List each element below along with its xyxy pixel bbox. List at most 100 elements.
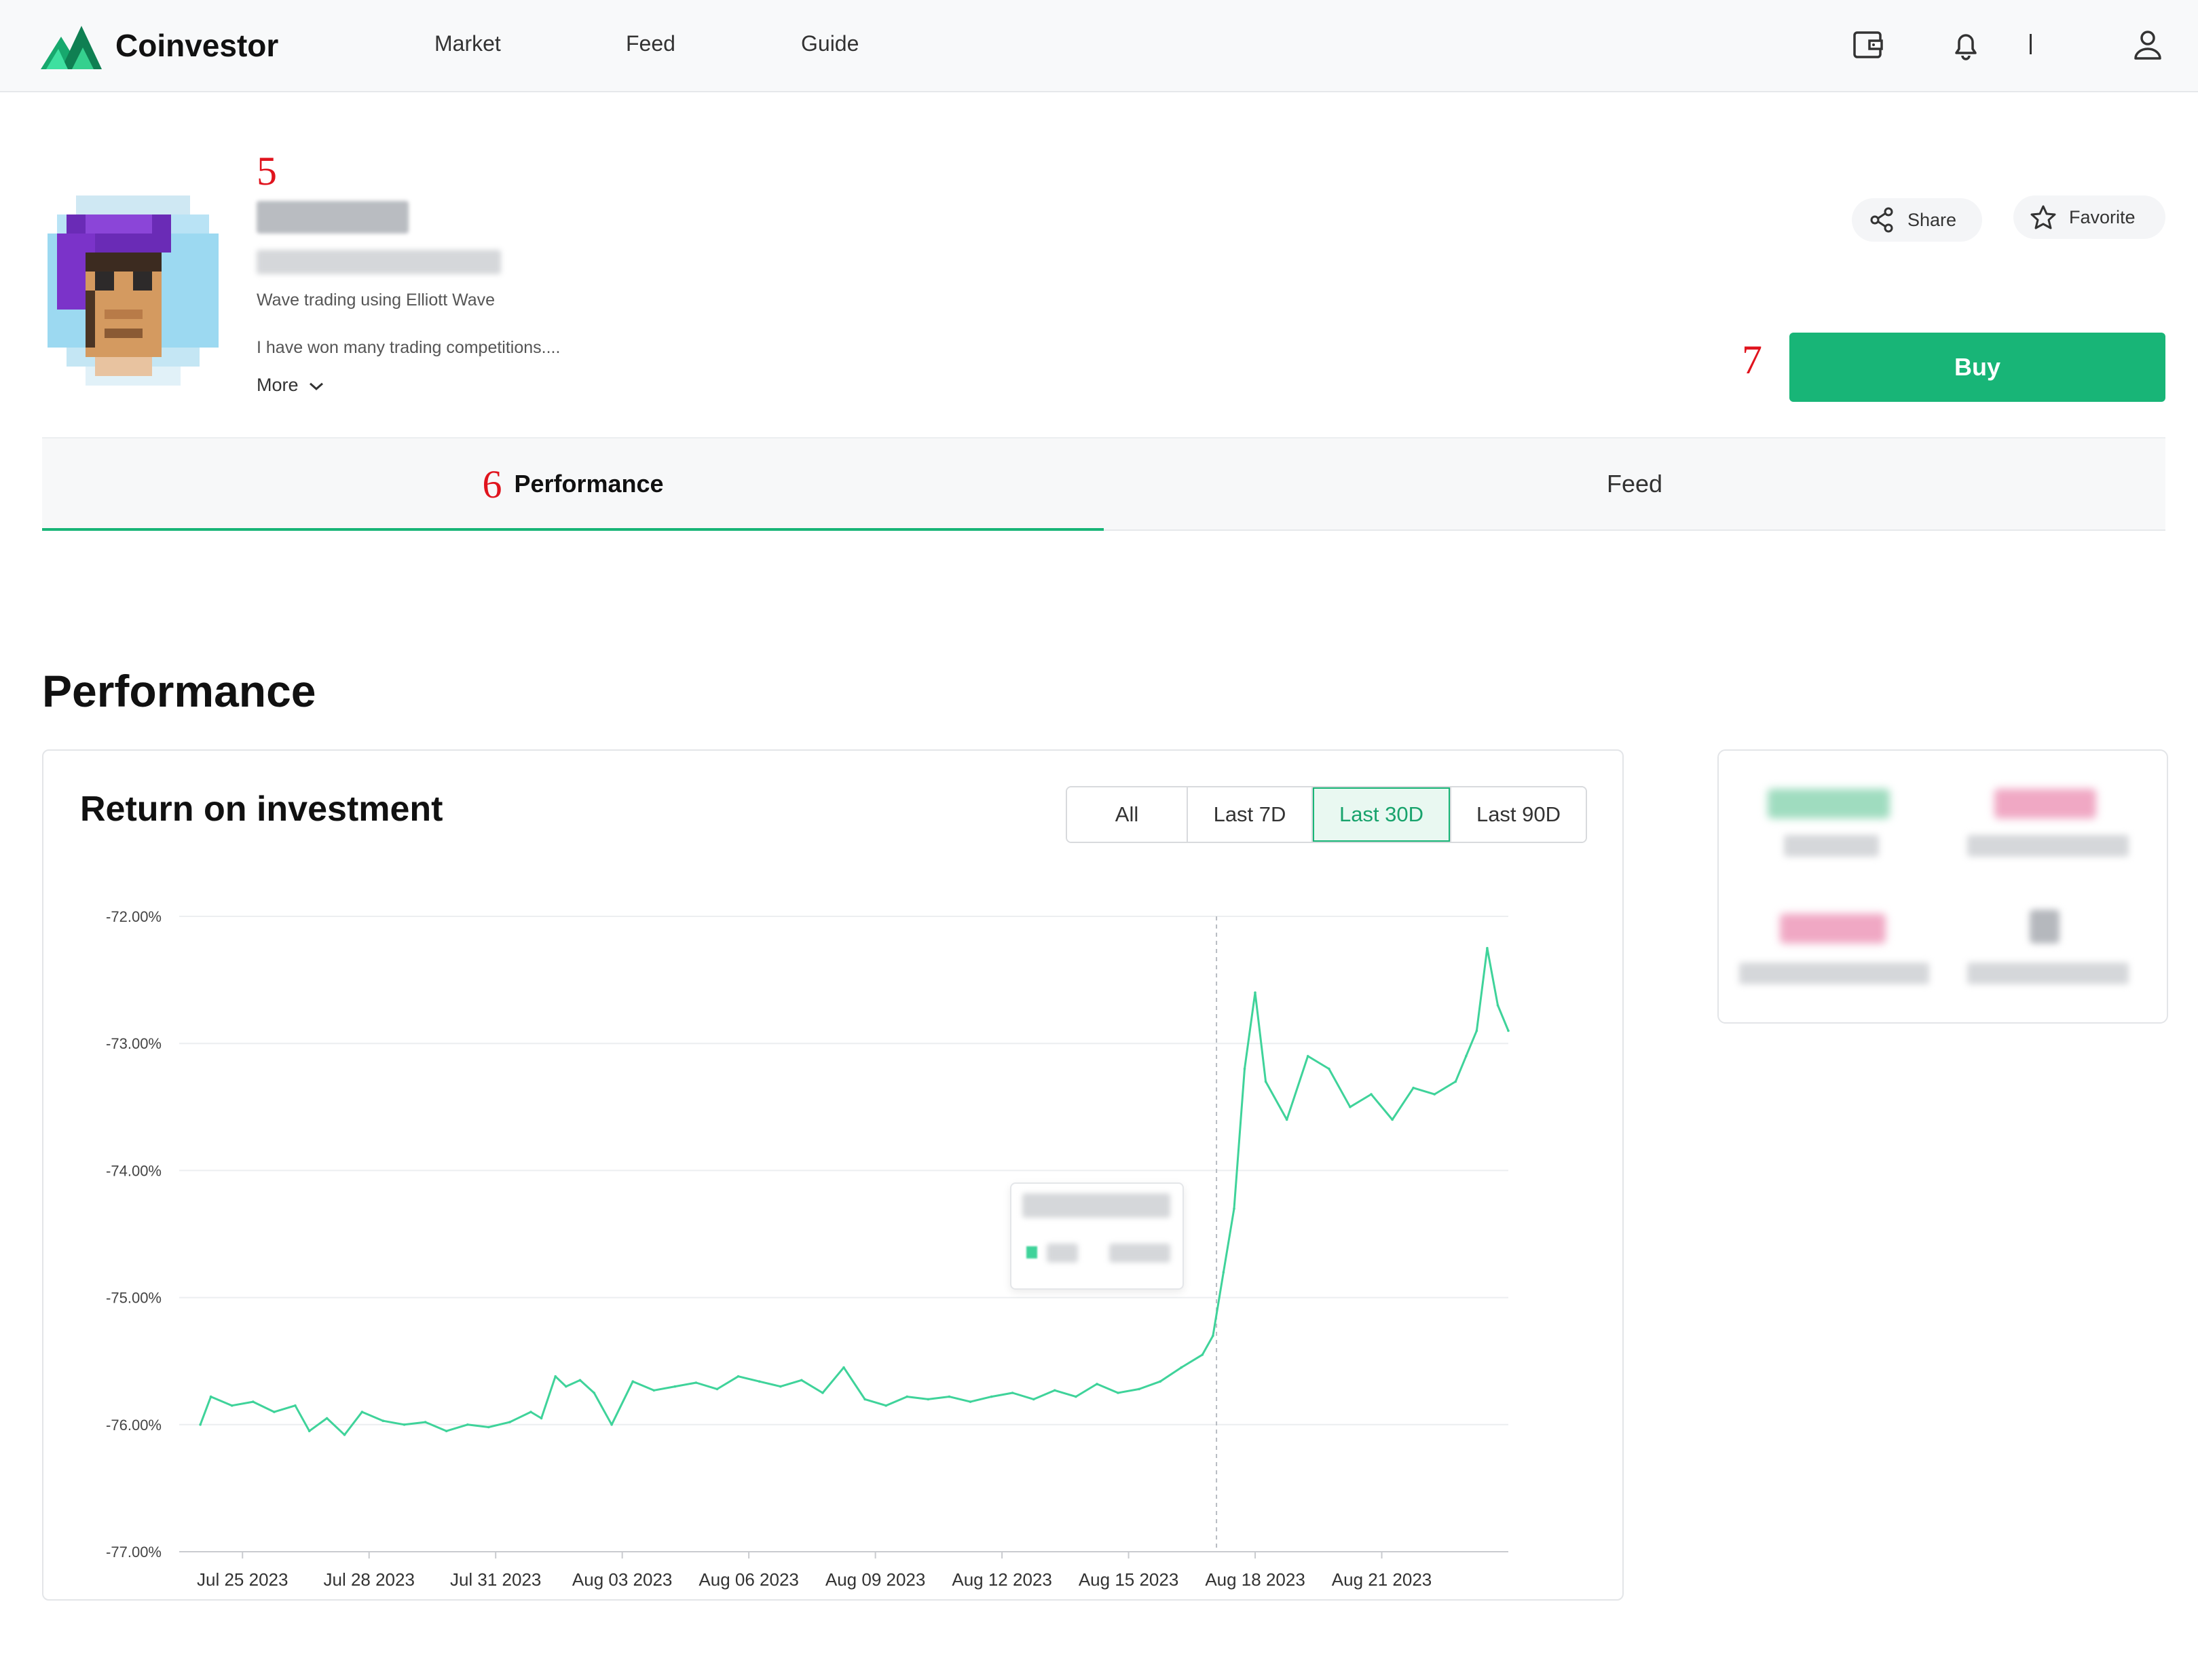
- chart-tooltip: [1010, 1182, 1184, 1290]
- stat-3-value-redacted: [1780, 914, 1886, 944]
- roi-data-point: [1096, 1383, 1098, 1385]
- stat-1-label-redacted: [1784, 835, 1879, 857]
- roi-data-point: [1243, 1067, 1246, 1070]
- roi-data-point: [1370, 1093, 1373, 1096]
- roi-data-point: [758, 1380, 761, 1383]
- y-tick-label: -74.00%: [106, 1162, 162, 1179]
- stats-summary-card: [1717, 749, 2168, 1024]
- tooltip-date-redacted: [1022, 1193, 1170, 1218]
- x-tick-label: Jul 28 2023: [323, 1569, 414, 1590]
- x-tick-label: Aug 21 2023: [1332, 1569, 1432, 1590]
- roi-data-point: [1254, 991, 1256, 994]
- roi-data-point: [990, 1395, 993, 1398]
- roi-data-point: [1180, 1366, 1183, 1369]
- y-tick-label: -77.00%: [106, 1544, 162, 1561]
- stat-2-label-redacted: [1967, 835, 2129, 857]
- stat-4-value-redacted: [2030, 910, 2060, 944]
- roi-data-point: [1391, 1118, 1394, 1121]
- roi-data-point: [294, 1404, 297, 1407]
- roi-data-point: [466, 1423, 469, 1426]
- roi-data-point: [540, 1417, 543, 1420]
- roi-data-point: [927, 1398, 930, 1401]
- stat-4-label-redacted: [1967, 963, 2129, 984]
- tooltip-value-redacted: [1109, 1244, 1170, 1263]
- roi-data-point: [1507, 1029, 1510, 1032]
- roi-data-point: [1117, 1392, 1119, 1394]
- x-tick-label: Aug 03 2023: [572, 1569, 672, 1590]
- roi-data-point: [554, 1375, 557, 1378]
- roi-data-point: [694, 1381, 698, 1384]
- stat-1-value-redacted: [1768, 789, 1890, 819]
- roi-data-point: [737, 1375, 740, 1378]
- stat-3-label-redacted: [1739, 963, 1929, 984]
- roi-data-point: [673, 1385, 677, 1388]
- roi-data-point: [884, 1404, 887, 1407]
- roi-data-point: [593, 1392, 595, 1394]
- roi-data-point: [842, 1366, 845, 1369]
- roi-series-line: [199, 947, 1510, 1436]
- roi-data-point: [325, 1417, 329, 1420]
- roi-data-point: [969, 1400, 972, 1403]
- x-tick-label: Aug 18 2023: [1205, 1569, 1305, 1590]
- roi-data-point: [445, 1430, 448, 1432]
- roi-data-point: [1486, 947, 1489, 950]
- roi-data-point: [800, 1379, 803, 1382]
- roi-data-point: [1011, 1392, 1014, 1394]
- x-tick-label: Jul 25 2023: [197, 1569, 288, 1590]
- y-tick-label: -75.00%: [106, 1290, 162, 1307]
- roi-data-point: [1054, 1389, 1056, 1392]
- roi-data-point: [863, 1398, 866, 1401]
- tooltip-label-redacted: [1047, 1244, 1078, 1263]
- roi-data-point: [578, 1379, 582, 1382]
- roi-data-point: [1233, 1207, 1235, 1210]
- roi-data-point: [1212, 1334, 1214, 1337]
- roi-data-point: [1349, 1106, 1352, 1108]
- roi-data-point: [360, 1411, 364, 1413]
- y-tick-label: -72.00%: [106, 908, 162, 925]
- x-tick-label: Aug 12 2023: [952, 1569, 1051, 1590]
- roi-data-point: [529, 1411, 532, 1413]
- x-tick-label: Jul 31 2023: [450, 1569, 541, 1590]
- roi-data-point: [1032, 1398, 1035, 1401]
- roi-data-point: [230, 1404, 234, 1407]
- roi-data-point: [1328, 1067, 1330, 1070]
- roi-data-point: [209, 1395, 212, 1398]
- roi-data-point: [487, 1425, 490, 1429]
- roi-data-point: [1433, 1093, 1436, 1096]
- roi-data-point: [1264, 1080, 1267, 1083]
- x-tick-label: Aug 06 2023: [698, 1569, 798, 1590]
- y-tick-label: -76.00%: [106, 1417, 162, 1434]
- roi-data-point: [565, 1385, 567, 1388]
- roi-data-point: [1138, 1387, 1140, 1391]
- roi-data-point: [1075, 1395, 1077, 1398]
- roi-data-point: [252, 1400, 255, 1403]
- stat-2-value-redacted: [1994, 789, 2096, 819]
- roi-data-point: [381, 1419, 385, 1422]
- tooltip-series-marker: [1026, 1246, 1037, 1258]
- roi-data-point: [1285, 1118, 1288, 1121]
- roi-data-point: [1475, 1029, 1478, 1032]
- roi-data-point: [715, 1387, 719, 1391]
- roi-data-point: [508, 1421, 511, 1423]
- roi-data-point: [1159, 1380, 1161, 1383]
- roi-data-point: [948, 1395, 951, 1398]
- roi-data-point: [308, 1430, 311, 1432]
- roi-data-point: [403, 1423, 406, 1426]
- roi-data-point: [1306, 1055, 1309, 1058]
- roi-data-point: [1496, 1004, 1500, 1007]
- roi-data-point: [424, 1421, 427, 1423]
- roi-data-point: [779, 1385, 782, 1388]
- roi-data-point: [273, 1411, 276, 1413]
- roi-data-point: [631, 1380, 634, 1383]
- x-tick-label: Aug 09 2023: [825, 1569, 925, 1590]
- roi-data-point: [1201, 1354, 1204, 1356]
- roi-data-point: [652, 1389, 656, 1392]
- y-tick-label: -73.00%: [106, 1035, 162, 1052]
- roi-data-point: [1465, 1055, 1468, 1058]
- roi-data-point: [610, 1423, 613, 1426]
- roi-data-point: [343, 1434, 346, 1436]
- roi-data-point: [821, 1392, 824, 1394]
- roi-data-point: [1222, 1271, 1225, 1273]
- roi-data-point: [906, 1395, 908, 1398]
- roi-data-point: [199, 1423, 202, 1426]
